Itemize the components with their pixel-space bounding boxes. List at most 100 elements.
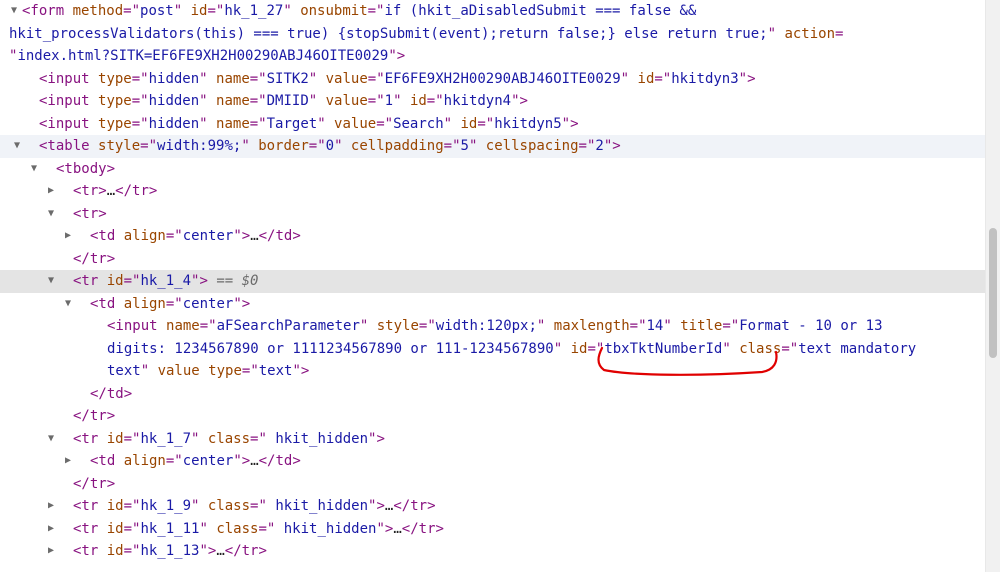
tag-text: > (376, 430, 385, 447)
tag-text: =" (241, 363, 259, 379)
tag-text: =" (131, 70, 149, 87)
tag-text: " (199, 93, 217, 109)
scrollbar-thumb[interactable] (989, 228, 997, 358)
tag-text: " (388, 48, 397, 64)
expand-triangle-icon[interactable]: ▼ (45, 203, 57, 226)
tag-text: =" (367, 93, 385, 109)
tag-text: =" (654, 70, 672, 87)
tag-text: " (553, 340, 571, 357)
dom-node[interactable]: ▼ <table style="width:99%;" border="0" ce… (0, 135, 986, 158)
attr-name: id (106, 520, 124, 537)
expand-triangle-icon[interactable]: ▼ (45, 428, 57, 451)
dom-node-text: <input name="aFSearchParameter" style="w… (107, 315, 883, 338)
attr-value: hk_1_27 (224, 3, 284, 19)
expand-triangle-icon[interactable]: ▼ (28, 158, 40, 181)
tag-text: " (663, 318, 681, 334)
dom-node[interactable]: <input name="aFSearchParameter" style="w… (0, 315, 986, 338)
expand-triangle-icon[interactable]: ▼ (62, 293, 74, 316)
dom-node-text: <form method="post" id="hk_1_27" onsubmi… (22, 0, 696, 23)
tag-text: > (612, 138, 621, 154)
dom-node-text: <tr> (73, 203, 107, 226)
tag-text: <tr (73, 498, 107, 514)
dom-node-text: digits: 1234567890 or 1111234567890 or 1… (107, 338, 916, 361)
dom-node-text: "index.html?SITK=EF6FE9XH2H00290ABJ46OIT… (9, 45, 405, 68)
expand-triangle-icon[interactable]: ▼ (11, 135, 23, 158)
tag-text: </tr> (73, 475, 116, 492)
dom-node[interactable]: </tr> (0, 473, 986, 496)
tag-text: =" (165, 453, 183, 469)
tag-text: =" (781, 340, 799, 357)
attr-value: text (107, 363, 141, 379)
tag-text: =" (249, 70, 267, 87)
tag-text: =" (250, 498, 267, 514)
attr-value: hk_1_9 (140, 498, 192, 514)
tag-text: </tr> (401, 520, 444, 537)
dom-node-continuation: text" value type="text"> (0, 360, 986, 383)
dom-node[interactable]: ▶ <tr id="hk_1_9" class=" hkit_hidden">…<… (0, 495, 986, 518)
tag-text: " (722, 340, 740, 357)
tag-text: =" (131, 93, 149, 109)
dom-node[interactable]: <input type="hidden" name="SITK2" value=… (0, 68, 986, 91)
tag-text: " (199, 543, 208, 559)
dom-node[interactable]: ▶ <td align="center">…</td> (0, 450, 986, 473)
tag-text: " (561, 115, 571, 132)
dom-node[interactable]: ▶ <tr>…</tr> (0, 180, 986, 203)
collapse-triangle-icon[interactable]: ▶ (45, 518, 57, 541)
attr-name: border (258, 138, 309, 154)
tag-text: " (603, 138, 613, 154)
elements-dom-tree: ▼ <form method="post" id="hk_1_27" onsubm… (0, 0, 986, 563)
collapse-triangle-icon[interactable]: ▶ (45, 540, 57, 563)
attr-value: hkitdyn5 (494, 115, 562, 132)
collapse-triangle-icon[interactable]: ▶ (45, 180, 57, 203)
tag-text: </tr> (393, 498, 436, 514)
dom-node[interactable]: <input type="hidden" name="DMIID" value=… (0, 90, 986, 113)
dom-node-selected[interactable]: ▼ <tr id="hk_1_4"> == $0 (0, 270, 986, 293)
tag-text: =" (123, 273, 141, 289)
dom-node[interactable]: ▼ <td align="center"> (0, 293, 986, 316)
tag-text: " (199, 520, 217, 537)
tag-text: =" (578, 138, 596, 154)
attr-value: center (182, 453, 234, 469)
attr-value: if (hkit_aDisabledSubmit === false && (384, 3, 697, 19)
tag-text: " (233, 453, 242, 469)
tag-text: " (767, 25, 785, 42)
tag-text: > (376, 498, 385, 514)
dom-node[interactable]: </tr> (0, 405, 986, 428)
tag-text: " (738, 70, 748, 87)
attr-value: Target (266, 115, 318, 132)
collapse-triangle-icon[interactable]: ▶ (45, 495, 57, 518)
expand-triangle-icon[interactable]: ▼ (45, 270, 57, 293)
dom-node[interactable]: ▶ <td align="center">…</td> (0, 225, 986, 248)
dom-node[interactable]: ▼ <tr id="hk_1_7" class=" hkit_hidden"> (0, 428, 986, 451)
collapse-triangle-icon[interactable]: ▶ (62, 225, 74, 248)
dom-node[interactable]: ▶ <tr id="hk_1_11" class=" hkit_hidden">…… (0, 518, 986, 541)
dom-node[interactable]: </tr> (0, 248, 986, 271)
attr-name: type (98, 115, 132, 132)
tag-text: > (300, 363, 310, 379)
tag-text: </tr> (224, 543, 267, 559)
tag-text: <input (39, 70, 99, 87)
attr-value: digits: 1234567890 or 1111234567890 or 1… (107, 340, 554, 357)
tag-text: " (393, 93, 410, 109)
attr-value: hk_1_11 (140, 520, 200, 537)
attr-value: hkit_hidden (266, 430, 369, 447)
attr-name: method (72, 3, 124, 19)
tag-text: <td (90, 453, 124, 469)
attr-name: title (680, 318, 723, 334)
tag-text: " (468, 138, 486, 154)
attr-name: name (216, 70, 250, 87)
dom-node[interactable]: ▼ <tbody> (0, 158, 986, 181)
tag-text: =" (249, 93, 267, 109)
dom-node[interactable]: </td> (0, 383, 986, 406)
tag-text: =" (587, 340, 605, 357)
tag-text: =" (131, 115, 149, 132)
dom-node[interactable]: <input type="hidden" name="Target" value… (0, 113, 986, 136)
collapse-triangle-icon[interactable]: ▶ (62, 450, 74, 473)
dom-node[interactable]: ▼ <form method="post" id="hk_1_27" onsubm… (0, 0, 986, 23)
attr-name: cellspacing (485, 138, 579, 154)
dom-node[interactable]: ▼ <tr> (0, 203, 986, 226)
dom-node[interactable]: ▶ <tr id="hk_1_13">…</tr> (0, 540, 986, 563)
vertical-scrollbar[interactable] (985, 0, 1000, 572)
dom-node-text: <td align="center"> (90, 293, 250, 316)
expand-triangle-icon[interactable]: ▼ (8, 0, 20, 23)
